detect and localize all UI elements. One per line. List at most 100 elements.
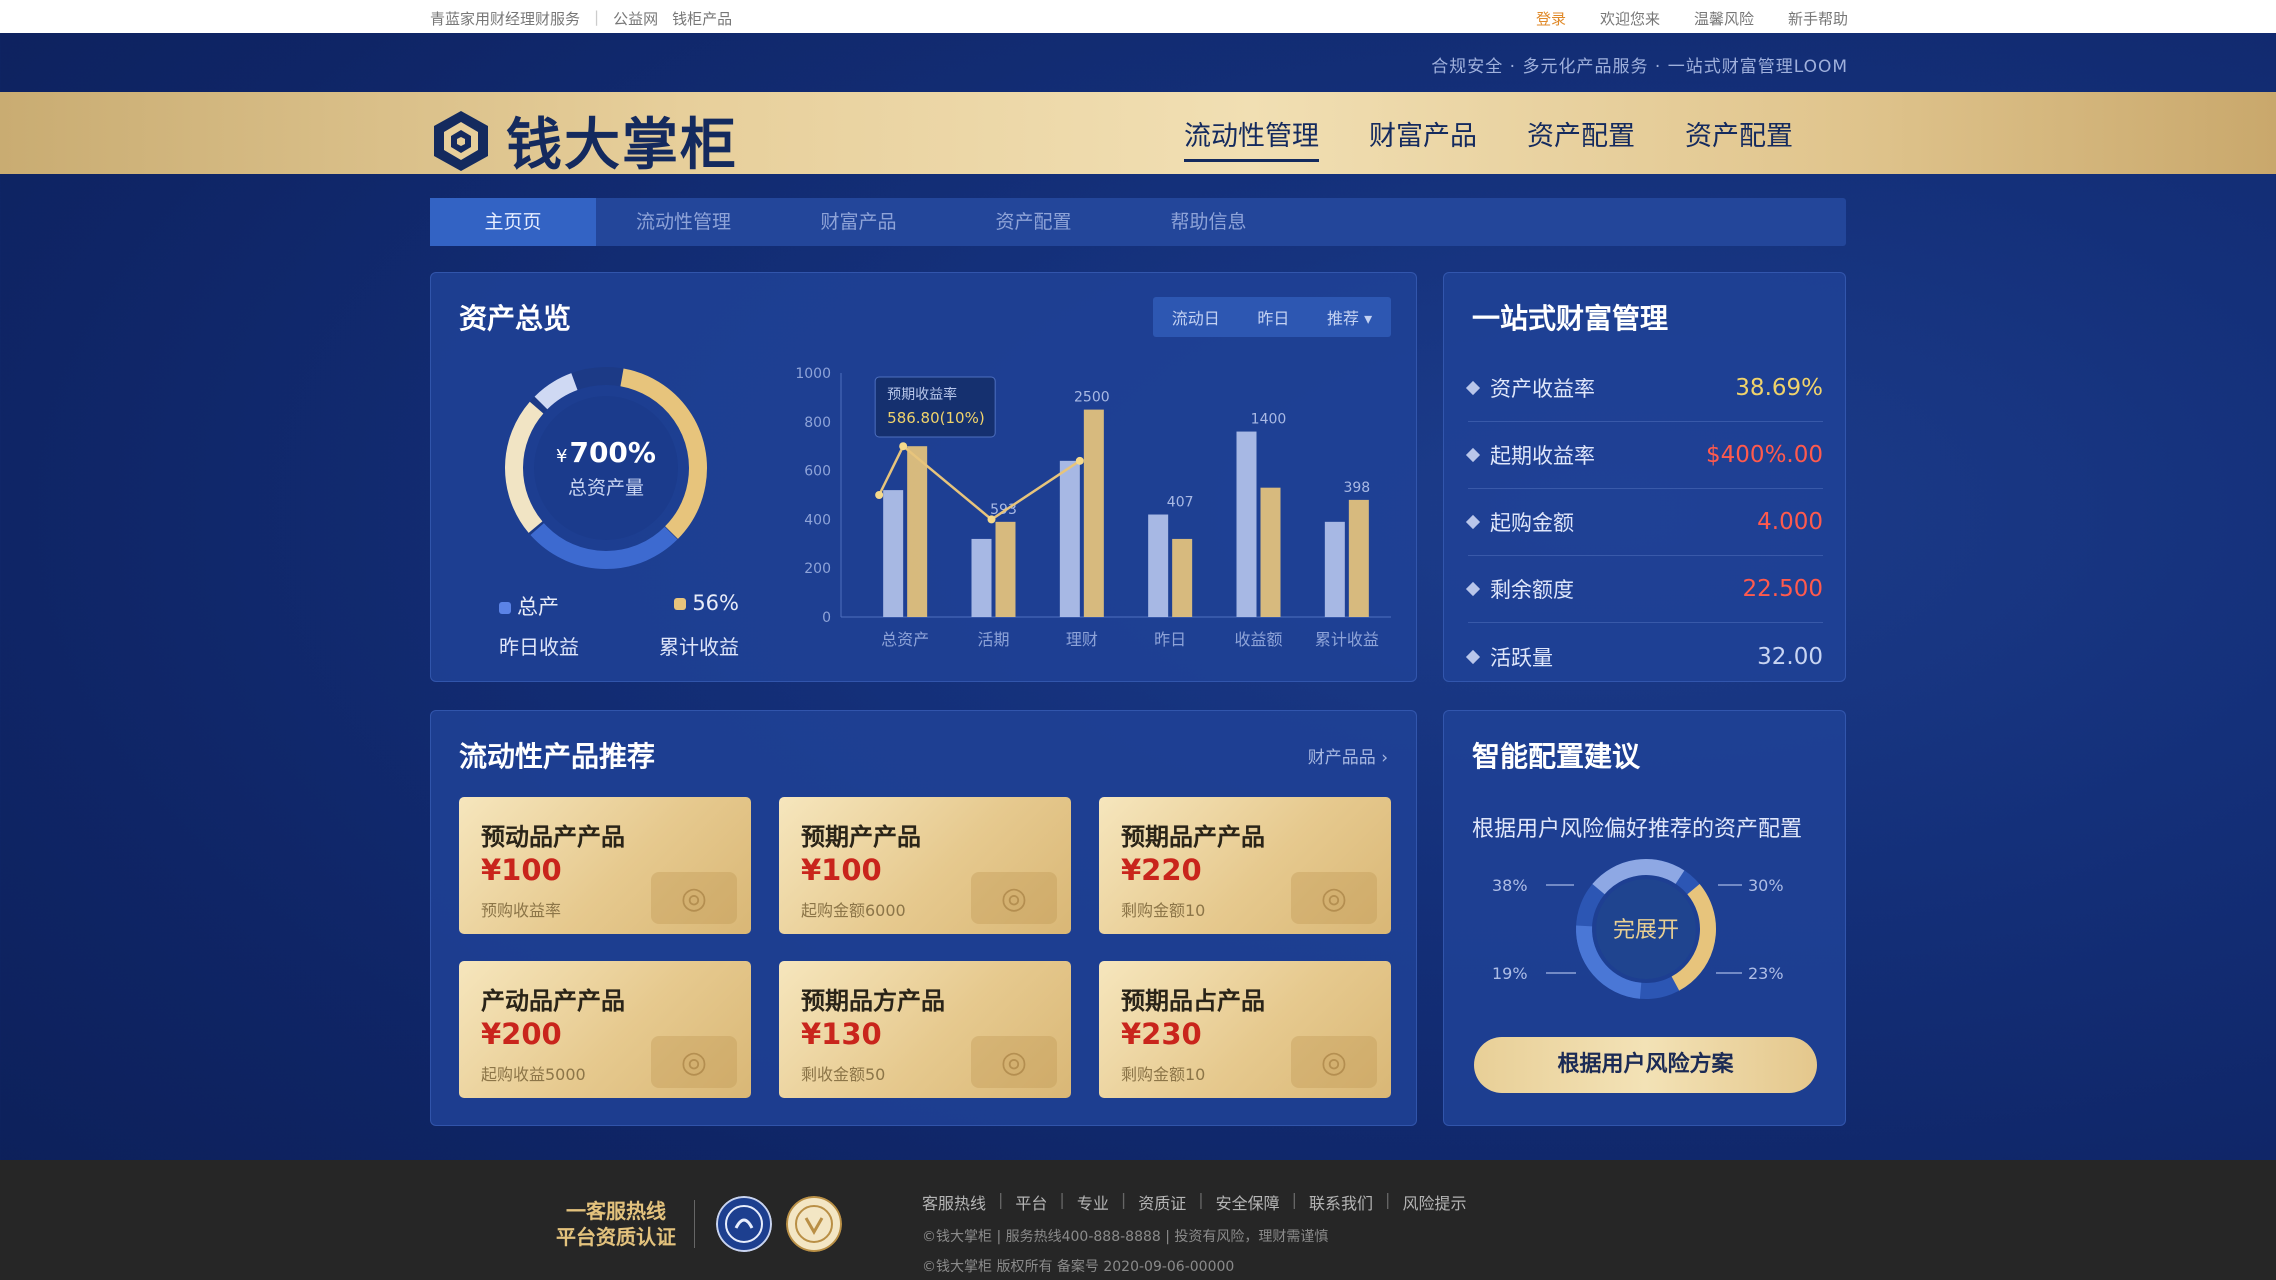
legend-name-1: 56% bbox=[692, 591, 739, 615]
footer-link[interactable]: 风险提示 bbox=[1402, 1190, 1466, 1214]
help-link[interactable]: 新手帮助 bbox=[1788, 8, 1848, 29]
brand-name: 钱大掌柜 bbox=[506, 113, 738, 178]
trend-point bbox=[1075, 456, 1084, 465]
product-note: 剩购金额10 bbox=[1121, 901, 1206, 920]
wealth-row-value: 32.00 bbox=[1757, 643, 1823, 670]
certification-badge-icon bbox=[716, 1196, 772, 1252]
diamond-icon bbox=[1465, 447, 1481, 463]
footer-link[interactable]: 安全保障 bbox=[1216, 1190, 1280, 1214]
top-link-1[interactable]: 公益网 bbox=[613, 8, 658, 29]
product-card[interactable]: 预期品产产品 ¥220 剩购金额10 ◎ bbox=[1099, 797, 1391, 934]
main-nav-allocation[interactable]: 资产配置 bbox=[1527, 114, 1635, 162]
more-products-link[interactable]: 财产品品 › bbox=[1308, 743, 1388, 768]
wealth-row-label-wrap: 活跃量 bbox=[1465, 642, 1553, 672]
data-label: 2500 bbox=[1074, 390, 1110, 406]
coin-icon: ◎ bbox=[971, 872, 1057, 924]
tab-allocation[interactable]: 资产配置 bbox=[946, 198, 1121, 246]
divider: | bbox=[998, 1190, 1004, 1209]
main-nav-liquidity[interactable]: 流动性管理 bbox=[1184, 114, 1319, 162]
main-nav-allocation-2[interactable]: 资产配置 bbox=[1685, 114, 1793, 162]
more-products-label: 财产品品 bbox=[1307, 748, 1376, 768]
wealth-row-value: $400%.00 bbox=[1706, 442, 1823, 468]
product-name: 预期品方产品 bbox=[801, 987, 945, 1015]
legend-row-subs: 昨日收益 累计收益 bbox=[499, 631, 739, 660]
footer-link[interactable]: 专业 bbox=[1077, 1190, 1109, 1214]
product-card[interactable]: 预期品占产品 ¥230 剩购金额10 ◎ bbox=[1099, 961, 1391, 1098]
diamond-icon bbox=[1465, 514, 1481, 530]
wealth-row[interactable]: 资产收益率 38.69% bbox=[1465, 355, 1823, 422]
product-card[interactable]: 产动品产产品 ¥200 起购收益5000 ◎ bbox=[459, 961, 751, 1098]
trend-point bbox=[875, 491, 884, 499]
filter-option-0[interactable]: 流动日 bbox=[1172, 305, 1220, 329]
product-price: ¥100 bbox=[801, 853, 882, 887]
bar-series-1-2 bbox=[1083, 409, 1104, 617]
product-note: 预购收益率 bbox=[481, 901, 562, 920]
footer-link[interactable]: 平台 bbox=[1015, 1190, 1047, 1214]
sub-nav: 主页页 流动性管理 财富产品 资产配置 帮助信息 bbox=[430, 198, 1846, 246]
product-name: 预期品占产品 bbox=[1121, 987, 1265, 1015]
hotline-line-0: 一客服热线 bbox=[566, 1199, 666, 1223]
trend-point bbox=[899, 442, 908, 451]
wealth-row-value: 22.500 bbox=[1742, 576, 1823, 602]
y-tick-label: 0 bbox=[822, 610, 831, 626]
copyright-line-0: ©钱大掌柜 | 服务热线400-888-8888 | 投资有风险，理财需谨慎 bbox=[922, 1229, 1329, 1245]
product-card[interactable]: 预动品产产品 ¥100 预购收益率 ◎ bbox=[459, 797, 751, 934]
wealth-row[interactable]: 活跃量 32.00 bbox=[1465, 623, 1823, 690]
filter-option-2[interactable]: 推荐 ▾ bbox=[1327, 305, 1372, 329]
divider: | bbox=[1291, 1190, 1298, 1209]
footer-link[interactable]: 联系我们 bbox=[1309, 1190, 1373, 1214]
chevron-down-icon: ▾ bbox=[1364, 309, 1373, 328]
top-link-2[interactable]: 钱柜产品 bbox=[672, 8, 732, 29]
product-price: ¥130 bbox=[801, 1017, 882, 1051]
footer-link[interactable]: 资质证 bbox=[1138, 1190, 1186, 1214]
tab-liquidity[interactable]: 流动性管理 bbox=[596, 198, 771, 246]
wealth-row[interactable]: 起购金额 4.000 bbox=[1465, 489, 1823, 556]
products-title: 流动性产品推荐 bbox=[459, 740, 656, 773]
data-label: 1400 bbox=[1251, 412, 1287, 428]
currency-symbol: ¥ bbox=[556, 446, 568, 467]
donut-legend: 总产 56% 昨日收益 累计收益 bbox=[499, 591, 739, 670]
wealth-row[interactable]: 起期收益率 $400%.00 bbox=[1465, 422, 1823, 489]
filter-option-2-label: 推荐 bbox=[1327, 309, 1360, 328]
data-label: 398 bbox=[1343, 480, 1370, 496]
diamond-icon bbox=[1465, 649, 1481, 664]
main-nav-wealth[interactable]: 财富产品 bbox=[1369, 114, 1477, 162]
logo-hexagon-icon bbox=[434, 110, 488, 171]
footer-link[interactable]: 客服热线 bbox=[922, 1190, 986, 1214]
tab-wealth[interactable]: 财富产品 bbox=[771, 198, 946, 246]
bar-series-0-0 bbox=[883, 490, 904, 617]
wealth-title: 一站式财富管理 bbox=[1472, 302, 1669, 335]
tab-help[interactable]: 帮助信息 bbox=[1121, 198, 1296, 246]
asset-overview-panel: 资产总览 流动日 昨日 推荐 ▾ ¥700% 总资产量 总产 56% 昨日收益 … bbox=[430, 272, 1417, 682]
legend-sub-1: 累计收益 bbox=[659, 635, 739, 659]
product-card[interactable]: 预期产产品 ¥100 起购金额6000 ◎ bbox=[779, 797, 1071, 934]
wealth-row-label: 起期收益率 bbox=[1490, 444, 1595, 468]
product-card[interactable]: 预期品方产品 ¥130 剩收金额50 ◎ bbox=[779, 961, 1071, 1098]
wealth-row-label-wrap: 资产收益率 bbox=[1465, 373, 1595, 403]
product-name: 预期品产产品 bbox=[1121, 823, 1265, 851]
coin-icon: ◎ bbox=[651, 872, 737, 924]
welcome-link[interactable]: 欢迎您来 bbox=[1600, 8, 1660, 29]
wealth-row[interactable]: 剩余额度 22.500 bbox=[1465, 556, 1823, 623]
risk-plan-button[interactable]: 根据用户风险方案 bbox=[1474, 1037, 1817, 1093]
product-price: ¥200 bbox=[481, 1017, 562, 1051]
x-tick-label: 总资产 bbox=[881, 630, 929, 649]
top-right-links: 登录 欢迎您来 温馨风险 新手帮助 bbox=[1536, 8, 1848, 29]
logo[interactable]: 钱大掌柜 bbox=[428, 100, 738, 181]
risk-link[interactable]: 温馨风险 bbox=[1694, 8, 1754, 29]
product-name: 预期产产品 bbox=[801, 823, 921, 851]
allocation-label-2: 19% bbox=[1492, 964, 1528, 983]
wealth-row-value: 38.69% bbox=[1735, 375, 1823, 401]
divider: | bbox=[1198, 1190, 1204, 1209]
y-tick-label: 1000 bbox=[795, 366, 831, 382]
filter-option-1[interactable]: 昨日 bbox=[1257, 305, 1289, 329]
login-link[interactable]: 登录 bbox=[1536, 8, 1566, 29]
copyright-line-1: ©钱大掌柜 版权所有 备案号 2020-09-06-00000 bbox=[922, 1259, 1235, 1275]
y-tick-label: 800 bbox=[804, 415, 831, 431]
wealth-row-label: 剩余额度 bbox=[1490, 578, 1574, 602]
wealth-row-label-wrap: 剩余额度 bbox=[1465, 574, 1574, 604]
top-link-0[interactable]: 青蓝家用财经理财服务 bbox=[430, 8, 580, 29]
tooltip-value: 586.80(10%) bbox=[887, 409, 985, 427]
tab-home[interactable]: 主页页 bbox=[430, 198, 596, 246]
allocation-donut-chart: 完展开 38% 30% 19% 23% bbox=[1492, 859, 1784, 999]
